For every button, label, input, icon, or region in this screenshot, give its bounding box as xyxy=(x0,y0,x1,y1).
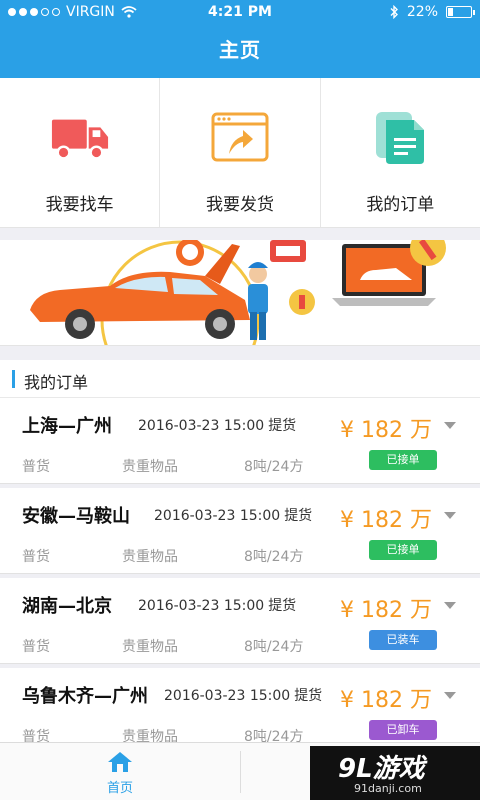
order-price: ¥ 182 万 xyxy=(340,418,432,443)
order-date: 2016-03-23 xyxy=(154,508,236,524)
order-date: 2016-03-23 xyxy=(164,688,246,704)
page-title: 主页 xyxy=(219,38,261,62)
order-date: 2016-03-23 xyxy=(138,418,220,434)
order-weight: 8吨/24方 xyxy=(244,459,304,475)
order-type: 普货 xyxy=(22,549,50,565)
order-type: 普货 xyxy=(22,639,50,655)
home-icon xyxy=(108,752,132,772)
order-item[interactable]: 湖南—北京 2016-03-23 15:00 提货 ¥ 182 万 普货 贵重物品… xyxy=(0,578,480,664)
orders-section-title: 我的订单 xyxy=(24,373,89,392)
order-type: 普货 xyxy=(22,459,50,475)
section-accent-bar xyxy=(12,370,15,388)
action-find-truck[interactable]: 我要找车 xyxy=(0,78,161,227)
ship-goods-icon xyxy=(210,108,270,168)
action-label: 我的订单 xyxy=(366,195,435,215)
order-pickup-time: 2016-03-23 15:00 提货 xyxy=(138,595,296,615)
order-pickup-time: 2016-03-23 15:00 提货 xyxy=(154,505,312,525)
watermark-site: 91danji.com xyxy=(354,782,422,795)
order-price: ¥ 182 万 xyxy=(340,508,432,533)
order-pickup-time: 2016-03-23 15:00 提货 xyxy=(138,415,296,435)
action-label: 我要发货 xyxy=(205,195,274,215)
action-label: 我要找车 xyxy=(45,195,114,215)
quick-actions: 我要找车 我要发货 我的订单 xyxy=(0,78,480,228)
order-time: 15:00 xyxy=(223,598,265,614)
order-item[interactable]: 上海—广州 2016-03-23 15:00 提货 ¥ 182 万 普货 贵重物品… xyxy=(0,398,480,484)
chevron-down-icon[interactable] xyxy=(444,422,456,429)
battery-icon xyxy=(446,6,475,18)
order-pickup-label: 提货 xyxy=(268,418,297,434)
battery-percent: 22% xyxy=(406,4,438,20)
app-header: VIRGIN 4:21 PM 22% 主页 xyxy=(0,0,480,78)
promo-banner[interactable] xyxy=(0,240,480,346)
tab-home-label: 首页 xyxy=(106,781,133,796)
order-time: 15:00 xyxy=(249,688,291,704)
watermark-brand: 9L游戏 xyxy=(338,754,425,784)
status-badge: 已接单 xyxy=(369,450,437,470)
status-badge: 已接单 xyxy=(369,540,437,560)
car-repair-illustration xyxy=(30,240,446,345)
order-time: 15:00 xyxy=(223,418,265,434)
truck-icon xyxy=(50,108,110,168)
order-route: 上海—广州 xyxy=(22,416,112,437)
status-bar: VIRGIN 4:21 PM 22% xyxy=(0,0,480,26)
order-pickup-time: 2016-03-23 15:00 提货 xyxy=(164,685,322,705)
chevron-down-icon[interactable] xyxy=(444,692,456,699)
action-my-orders[interactable]: 我的订单 xyxy=(321,78,480,227)
status-badge: 已卸车 xyxy=(369,720,437,740)
status-badge: 已装车 xyxy=(369,630,437,650)
order-time: 15:00 xyxy=(239,508,281,524)
order-goods: 贵重物品 xyxy=(122,639,178,655)
watermark-logo: 9L游戏 91danji.com xyxy=(310,746,480,800)
order-weight: 8吨/24方 xyxy=(244,639,304,655)
bluetooth-icon xyxy=(390,5,398,19)
order-price: ¥ 182 万 xyxy=(340,688,432,713)
order-goods: 贵重物品 xyxy=(122,549,178,565)
order-goods: 贵重物品 xyxy=(122,459,178,475)
chevron-down-icon[interactable] xyxy=(444,602,456,609)
order-pickup-label: 提货 xyxy=(268,598,297,614)
order-route: 湖南—北京 xyxy=(22,596,112,617)
chevron-down-icon[interactable] xyxy=(444,512,456,519)
order-route: 乌鲁木齐—广州 xyxy=(22,686,148,707)
orders-section-header: 我的订单 xyxy=(0,360,480,398)
order-date: 2016-03-23 xyxy=(138,598,220,614)
orders-doc-icon xyxy=(370,108,430,168)
order-pickup-label: 提货 xyxy=(284,508,313,524)
tab-home[interactable]: 首页 xyxy=(80,743,160,800)
tab-divider xyxy=(240,751,241,793)
order-item[interactable]: 安徽—马鞍山 2016-03-23 15:00 提货 ¥ 182 万 普货 贵重物… xyxy=(0,488,480,574)
action-ship-goods[interactable]: 我要发货 xyxy=(160,78,321,227)
order-pickup-label: 提货 xyxy=(294,688,323,704)
order-weight: 8吨/24方 xyxy=(244,549,304,565)
order-route: 安徽—马鞍山 xyxy=(22,506,130,527)
order-price: ¥ 182 万 xyxy=(340,598,432,623)
